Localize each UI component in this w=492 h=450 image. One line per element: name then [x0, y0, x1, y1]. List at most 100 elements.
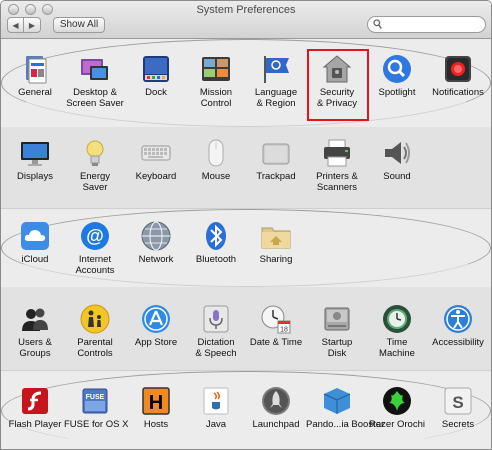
- pref-pane-app-store[interactable]: App Store: [125, 303, 187, 348]
- dock-icon: [140, 53, 172, 85]
- pref-pane-label: General: [18, 87, 52, 98]
- pref-pane-notifications[interactable]: Notifications: [427, 53, 489, 98]
- pref-pane-label: Razer Orochi: [369, 419, 425, 430]
- pref-pane-language-region[interactable]: Language & Region: [245, 53, 307, 109]
- pref-pane-label: Users & Groups: [18, 337, 52, 359]
- pref-pane-keyboard[interactable]: Keyboard: [125, 137, 187, 182]
- pref-pane-label: Network: [138, 254, 174, 265]
- pref-pane-mouse[interactable]: Mouse: [185, 137, 247, 182]
- desktop-icon: [79, 53, 111, 85]
- pref-pane-trackpad[interactable]: Trackpad: [245, 137, 307, 182]
- globe-icon: [140, 220, 172, 252]
- secrets-icon: S: [442, 385, 474, 417]
- pref-pane-dictation-speech[interactable]: Dictation & Speech: [185, 303, 247, 359]
- pref-pane-label: Spotlight: [378, 87, 416, 98]
- pref-pane-label: Printers & Scanners: [316, 171, 358, 193]
- pref-pane-razer-orochi[interactable]: Razer Orochi: [366, 385, 428, 430]
- pref-pane-label: Keyboard: [135, 171, 177, 182]
- pref-pane-label: Hosts: [143, 419, 169, 430]
- disk-icon: [321, 303, 353, 335]
- pref-pane-printers-scanners[interactable]: Printers & Scanners: [306, 137, 368, 193]
- security-highlight-box: [307, 49, 369, 121]
- pref-pane-mission-control[interactable]: Mission Control: [185, 53, 247, 109]
- pref-pane-label: Displays: [17, 171, 53, 182]
- pref-pane-sound[interactable]: Sound: [366, 137, 428, 182]
- pref-pane-date-time[interactable]: 18 Date & Time: [245, 303, 307, 348]
- icon-badge-text: FUSE: [86, 394, 105, 401]
- box-icon: [321, 385, 353, 417]
- window-title: System Preferences: [196, 4, 296, 16]
- clock-calendar-icon: 18: [260, 303, 292, 335]
- pref-pane-label: Sound: [383, 171, 411, 182]
- forward-button[interactable]: ▶: [24, 17, 41, 33]
- pref-pane-secrets[interactable]: S Secrets: [427, 385, 489, 430]
- pref-pane-label: Java: [205, 419, 227, 430]
- pref-pane-time-machine[interactable]: Time Machine: [366, 303, 428, 359]
- flag-icon: [260, 53, 292, 85]
- java-icon: [200, 385, 232, 417]
- rocket-icon: [260, 385, 292, 417]
- razer-icon: [381, 385, 413, 417]
- title-bar: System Preferences ◀ ▶ Show All: [1, 1, 491, 39]
- pref-pane-startup-disk[interactable]: Startup Disk: [306, 303, 368, 359]
- pref-pane-label: Launchpad: [252, 419, 300, 430]
- pref-pane-spotlight[interactable]: Spotlight: [366, 53, 428, 98]
- search-icon: [373, 19, 382, 29]
- cloud-icon: [19, 220, 51, 252]
- users-icon: [19, 303, 51, 335]
- pref-pane-label: FUSE for OS X: [64, 419, 129, 430]
- svg-text:@: @: [86, 226, 104, 246]
- pref-pane-label: Mouse: [201, 171, 231, 182]
- nav-buttons: ◀ ▶: [7, 17, 41, 33]
- pref-pane-internet-accounts[interactable]: @ Internet Accounts: [64, 220, 126, 276]
- pref-pane-label: Internet Accounts: [75, 254, 115, 276]
- pref-pane-bluetooth[interactable]: Bluetooth: [185, 220, 247, 265]
- pref-pane-label: Pando...ia Booster: [306, 419, 385, 430]
- printer-icon: [321, 137, 353, 169]
- pref-pane-java[interactable]: Java: [185, 385, 247, 430]
- search-field[interactable]: [367, 16, 486, 33]
- hosts-icon: H: [140, 385, 172, 417]
- pref-pane-label: Language & Region: [254, 87, 298, 109]
- pref-pane-label: Accessibility: [432, 337, 484, 348]
- pref-pane-icloud[interactable]: iCloud: [4, 220, 66, 265]
- general-icon: [19, 53, 51, 85]
- pref-pane-parental-controls[interactable]: Parental Controls: [64, 303, 126, 359]
- pref-pane-label: Date & Time: [249, 337, 303, 348]
- pref-pane-flash-player[interactable]: Flash Player: [4, 385, 66, 430]
- display-icon: [19, 137, 51, 169]
- time-machine-icon: [381, 303, 413, 335]
- pref-pane-label: App Store: [134, 337, 178, 348]
- pref-pane-launchpad[interactable]: Launchpad: [245, 385, 307, 430]
- pref-pane-network[interactable]: Network: [125, 220, 187, 265]
- pref-pane-label: Trackpad: [256, 171, 296, 182]
- pref-pane-label: Dock: [145, 87, 167, 98]
- pref-pane-pando-ia-booster[interactable]: Pando...ia Booster: [306, 385, 385, 430]
- microphone-icon: [200, 303, 232, 335]
- svg-text:18: 18: [280, 327, 288, 334]
- parental-icon: [79, 303, 111, 335]
- mission-control-icon: [200, 53, 232, 85]
- pref-pane-sharing[interactable]: Sharing: [245, 220, 307, 265]
- at-icon: @: [79, 220, 111, 252]
- fuse-icon: FUSE: [79, 385, 111, 417]
- pref-pane-label: Flash Player: [8, 419, 62, 430]
- pref-pane-users-groups[interactable]: Users & Groups: [4, 303, 66, 359]
- pref-pane-label: Bluetooth: [195, 254, 237, 265]
- pref-pane-label: Mission Control: [199, 87, 233, 109]
- pref-pane-hosts[interactable]: H Hosts: [125, 385, 187, 430]
- pref-pane-accessibility[interactable]: Accessibility: [427, 303, 489, 348]
- pref-pane-desktop-screen-saver[interactable]: Desktop & Screen Saver: [64, 53, 126, 109]
- pref-pane-energy-saver[interactable]: Energy Saver: [64, 137, 126, 193]
- pref-pane-dock[interactable]: Dock: [125, 53, 187, 98]
- pref-pane-general[interactable]: General: [4, 53, 66, 98]
- search-input[interactable]: [385, 18, 481, 31]
- pref-pane-fuse-for-os-x[interactable]: FUSE FUSE for OS X: [64, 385, 129, 430]
- show-all-button[interactable]: Show All: [53, 17, 105, 33]
- pref-pane-label: Time Machine: [379, 337, 415, 359]
- back-button[interactable]: ◀: [7, 17, 24, 33]
- pref-pane-label: Sharing: [259, 254, 293, 265]
- sharing-folder-icon: [260, 220, 292, 252]
- pref-pane-label: Dictation & Speech: [195, 337, 237, 359]
- pref-pane-displays[interactable]: Displays: [4, 137, 66, 182]
